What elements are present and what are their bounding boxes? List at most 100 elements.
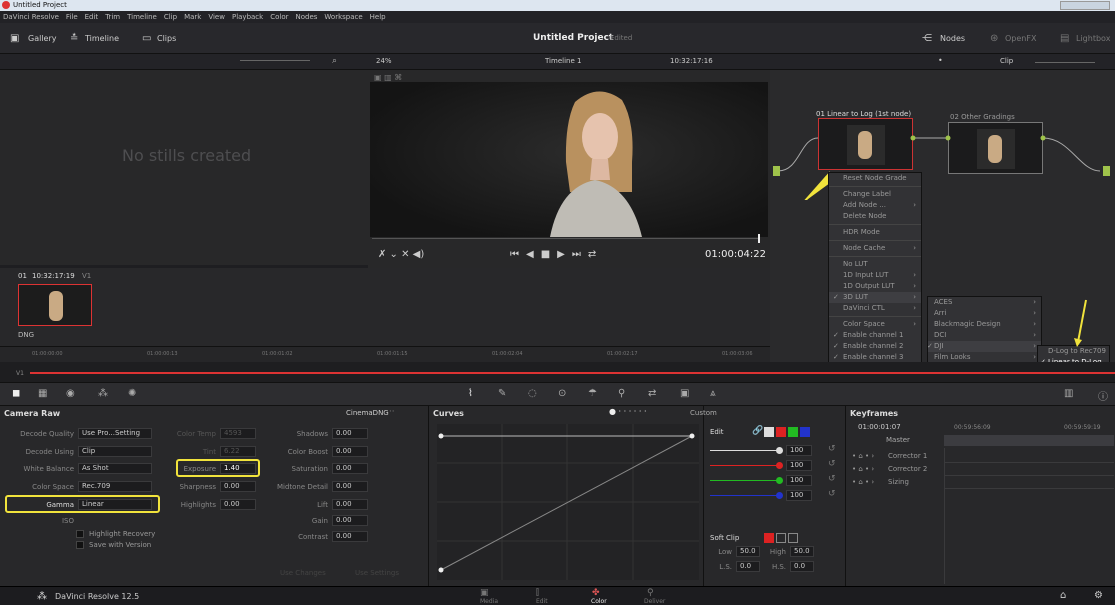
menu-trim[interactable]: Trim xyxy=(105,13,120,21)
viewer-tool-icons[interactable]: ✗ ⌄ ✕ ◀) xyxy=(378,249,424,260)
tracker-icon[interactable]: ⊙ xyxy=(558,388,566,399)
reset-icon[interactable]: ↺ xyxy=(828,474,836,484)
scope-icon[interactable]: ⩓ xyxy=(710,388,716,399)
menu-clip[interactable]: Clip xyxy=(164,13,177,21)
motion-effects-icon[interactable]: ✺ xyxy=(128,388,136,399)
context-menu-item[interactable]: 1D Input LUT › xyxy=(829,270,921,281)
menu-color[interactable]: Color xyxy=(270,13,288,21)
clip-mode-select[interactable]: Clip xyxy=(1000,57,1013,65)
channel-slider-knob[interactable] xyxy=(776,462,783,469)
3d-icon[interactable]: ▣ xyxy=(680,388,689,399)
lut-menu-item[interactable]: ✓ DJI › xyxy=(927,341,1041,352)
gain-field[interactable]: 0.00 xyxy=(332,515,368,526)
decode-using-select[interactable]: Clip xyxy=(78,446,152,457)
channel-slider-track[interactable] xyxy=(710,495,780,496)
window-controls[interactable] xyxy=(1060,1,1110,10)
menu-timeline[interactable]: Timeline xyxy=(127,13,157,21)
channel-slider-knob[interactable] xyxy=(776,447,783,454)
channel-b-button[interactable] xyxy=(800,427,810,437)
qualifier-icon[interactable]: ✎ xyxy=(498,388,506,399)
deliver-page-icon[interactable]: ⚲ xyxy=(647,588,654,598)
contrast-field[interactable]: 0.00 xyxy=(332,531,368,542)
saturation-field[interactable]: 0.00 xyxy=(332,463,368,474)
midtone-detail-field[interactable]: 0.00 xyxy=(332,481,368,492)
channel-g-button[interactable] xyxy=(788,427,798,437)
channel-slider-knob[interactable] xyxy=(776,477,783,484)
context-menu-item[interactable]: Reset Node Grade xyxy=(829,173,921,184)
menu-view[interactable]: View xyxy=(208,13,225,21)
channel-value-field[interactable]: 100 xyxy=(786,460,812,471)
channel-y-button[interactable] xyxy=(764,427,774,437)
camera-raw-icon[interactable]: ◼ xyxy=(12,388,20,399)
zoom-level[interactable]: 24% xyxy=(376,57,392,65)
context-menu-item[interactable]: Node Cache › xyxy=(829,243,921,254)
menu-workspace[interactable]: Workspace xyxy=(324,13,362,21)
save-with-version-checkbox[interactable] xyxy=(76,541,84,549)
reset-icon[interactable]: ↺ xyxy=(828,444,836,454)
channel-slider-knob[interactable] xyxy=(776,492,783,499)
context-menu-item[interactable]: HDR Mode xyxy=(829,227,921,238)
menu-playback[interactable]: Playback xyxy=(232,13,263,21)
use-settings-button[interactable]: Use Settings xyxy=(355,569,399,577)
menu-file[interactable]: File xyxy=(66,13,78,21)
highlights-field[interactable]: 0.00 xyxy=(220,499,256,510)
context-menu-item[interactable]: Delete Node xyxy=(829,211,921,222)
softclip-g-button[interactable] xyxy=(776,533,786,543)
color-wheels-icon[interactable]: ◉ xyxy=(66,388,75,399)
menu-davinci-resolve[interactable]: DaVinci Resolve xyxy=(3,13,59,21)
kf-row-icons[interactable]: • ⌂ • › xyxy=(852,465,874,473)
lightbox-button[interactable]: Lightbox xyxy=(1076,34,1110,43)
media-icon[interactable]: ▣ xyxy=(480,588,489,598)
timeline-track[interactable]: V1 xyxy=(0,362,1115,382)
rgb-mixer-icon[interactable]: ⁂ xyxy=(98,388,108,399)
channel-slider-track[interactable] xyxy=(710,450,780,451)
color-space-select[interactable]: Rec.709 xyxy=(78,481,152,492)
kf-row-icons[interactable]: • ⌂ • › xyxy=(852,452,874,460)
channel-slider-track[interactable] xyxy=(710,465,780,466)
custom-select[interactable]: Custom xyxy=(690,409,717,417)
home-icon[interactable]: ⌂ xyxy=(1060,590,1066,601)
lut-menu-item[interactable]: DCI › xyxy=(928,330,1041,341)
context-menu-item[interactable]: 1D Output LUT › xyxy=(829,281,921,292)
key-icon[interactable]: ⚲ xyxy=(618,388,625,399)
media-page-button[interactable]: Media xyxy=(480,598,498,605)
shadows-field[interactable]: 0.00 xyxy=(332,428,368,439)
link-icon[interactable]: 🔗 xyxy=(752,426,763,436)
menu-nodes[interactable]: Nodes xyxy=(295,13,317,21)
color-match-icon[interactable]: ▦ xyxy=(38,388,47,399)
lut-menu-item[interactable]: Blackmagic Design › xyxy=(928,319,1041,330)
channel-value-field[interactable]: 100 xyxy=(786,445,812,456)
curve-graph[interactable] xyxy=(437,424,699,580)
node-zoom-slider[interactable] xyxy=(1035,62,1095,63)
kf-master-track[interactable] xyxy=(944,435,1114,446)
channel-slider-track[interactable] xyxy=(710,480,780,481)
tint-field[interactable]: 6.22 xyxy=(220,446,256,457)
curves-page-dots[interactable]: ● · · · · · · xyxy=(609,407,647,416)
menu-edit[interactable]: Edit xyxy=(85,13,99,21)
kf-row-icons[interactable]: • ⌂ • › xyxy=(852,478,874,486)
softclip-b-button[interactable] xyxy=(788,533,798,543)
context-menu-item[interactable]: ✓ 3D LUT › xyxy=(829,292,921,303)
color-page-icon[interactable]: ✤ xyxy=(592,588,600,598)
highlight-recovery-checkbox[interactable] xyxy=(76,530,84,538)
clip-thumbnail[interactable] xyxy=(18,284,92,326)
use-changes-button[interactable]: Use Changes xyxy=(280,569,326,577)
context-menu-item[interactable]: Change Label xyxy=(829,189,921,200)
viewer-mode-icon[interactable]: ▣ ▥ ⌘ xyxy=(374,73,402,82)
lift-field[interactable]: 0.00 xyxy=(332,499,368,510)
color-page-button[interactable]: Color xyxy=(591,598,607,605)
edit-page-button[interactable]: Edit xyxy=(536,598,548,605)
gallery-button[interactable]: Gallery xyxy=(28,34,57,43)
curves-icon[interactable]: ⌇ xyxy=(468,388,473,399)
deliver-page-button[interactable]: Deliver xyxy=(644,598,665,605)
color-boost-field[interactable]: 0.00 xyxy=(332,446,368,457)
timeline-button[interactable]: Timeline xyxy=(85,34,119,43)
channel-value-field[interactable]: 100 xyxy=(786,475,812,486)
channel-value-field[interactable]: 100 xyxy=(786,490,812,501)
scrubber-track[interactable] xyxy=(372,238,760,239)
menu-help[interactable]: Help xyxy=(370,13,386,21)
decode-quality-select[interactable]: Use Pro...Setting xyxy=(78,428,152,439)
low-field[interactable]: 50.0 xyxy=(736,546,760,557)
search-icon[interactable]: ⌕ xyxy=(332,56,337,66)
color-temp-field[interactable]: 4593 xyxy=(220,428,256,439)
